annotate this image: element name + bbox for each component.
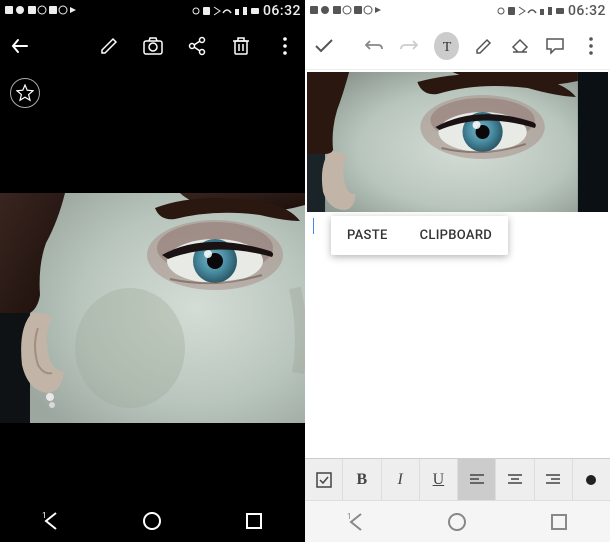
delete-button[interactable] bbox=[229, 34, 253, 58]
checkbox-button[interactable] bbox=[305, 459, 343, 500]
camera-button[interactable] bbox=[141, 34, 165, 58]
align-right-button[interactable] bbox=[535, 459, 573, 500]
paste-button[interactable]: PASTE bbox=[331, 216, 404, 255]
nav-recent-right[interactable] bbox=[539, 502, 579, 542]
note-editor-screen: 06:32 T bbox=[305, 0, 610, 542]
more-button[interactable] bbox=[273, 34, 297, 58]
align-left-button[interactable] bbox=[458, 459, 496, 500]
svg-text:T: T bbox=[442, 40, 451, 54]
text-cursor bbox=[313, 218, 314, 234]
eraser-button[interactable] bbox=[509, 34, 531, 58]
nav-bar-left: 1 bbox=[0, 500, 305, 542]
italic-button[interactable]: I bbox=[382, 459, 420, 500]
favorite-area bbox=[0, 70, 305, 116]
context-menu: PASTE CLIPBOARD bbox=[331, 216, 508, 255]
svg-text:1: 1 bbox=[347, 512, 352, 521]
inserted-image[interactable] bbox=[307, 72, 608, 212]
nav-home-left[interactable] bbox=[132, 501, 172, 541]
undo-button[interactable] bbox=[363, 34, 385, 58]
back-button[interactable] bbox=[8, 34, 32, 58]
bold-button[interactable]: B bbox=[343, 459, 381, 500]
align-center-button[interactable] bbox=[496, 459, 534, 500]
nav-recent-left[interactable] bbox=[234, 501, 274, 541]
underline-button[interactable]: U bbox=[420, 459, 458, 500]
favorite-button[interactable] bbox=[10, 78, 40, 108]
bullet-button[interactable] bbox=[573, 459, 610, 500]
text-tool-button[interactable]: T bbox=[434, 32, 459, 60]
status-bar-right: 06:32 bbox=[305, 0, 610, 22]
nav-back-left[interactable]: 1 bbox=[31, 501, 71, 541]
status-bar-left: 06:32 bbox=[0, 0, 305, 22]
editor-content[interactable]: PASTE CLIPBOARD bbox=[305, 70, 610, 458]
redo-button[interactable] bbox=[398, 34, 420, 58]
status-time-right: 06:32 bbox=[568, 3, 606, 19]
editor-toolbar: T bbox=[305, 22, 610, 70]
status-notifications-right bbox=[309, 5, 389, 17]
toolbar-actions bbox=[97, 34, 297, 58]
status-system-left: 06:32 bbox=[191, 3, 301, 19]
system-icons bbox=[191, 5, 261, 17]
notification-icons bbox=[4, 5, 84, 17]
nav-home-right[interactable] bbox=[437, 502, 477, 542]
svg-text:1: 1 bbox=[42, 511, 47, 520]
pen-tool-button[interactable] bbox=[473, 34, 495, 58]
status-notifications-left bbox=[4, 5, 84, 17]
status-time-left: 06:32 bbox=[263, 3, 301, 19]
photo-viewer-screen: 06:32 bbox=[0, 0, 305, 542]
format-toolbar: B I U bbox=[305, 458, 610, 500]
status-system-right: 06:32 bbox=[496, 3, 606, 19]
nav-bar-right: 1 bbox=[305, 500, 610, 542]
photo-toolbar bbox=[0, 22, 305, 70]
edit-button[interactable] bbox=[97, 34, 121, 58]
clipboard-button[interactable]: CLIPBOARD bbox=[404, 216, 509, 255]
more-button-right[interactable] bbox=[580, 34, 602, 58]
photo-image bbox=[0, 193, 305, 423]
nav-back-right[interactable]: 1 bbox=[336, 502, 376, 542]
share-button[interactable] bbox=[185, 34, 209, 58]
photo-viewport[interactable] bbox=[0, 116, 305, 500]
comment-button[interactable] bbox=[545, 34, 567, 58]
done-button[interactable] bbox=[313, 34, 335, 58]
